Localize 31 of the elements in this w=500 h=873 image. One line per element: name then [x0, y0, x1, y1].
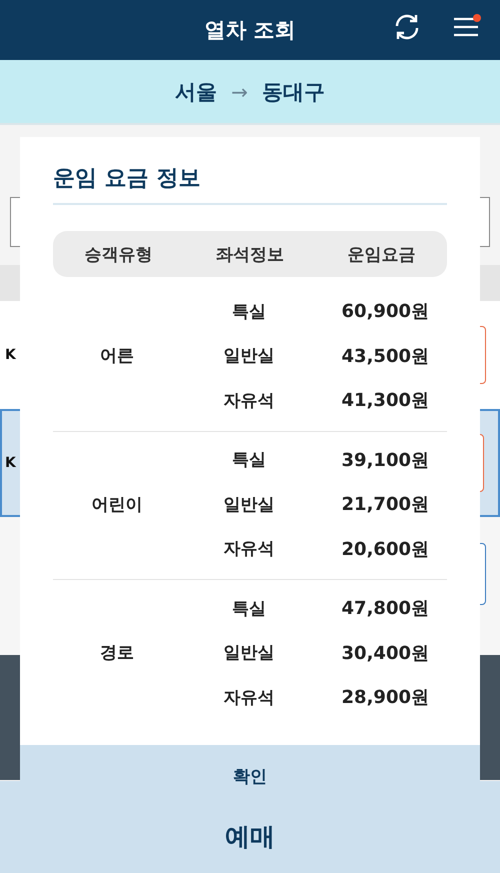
fare-price: 60,900원 [340, 300, 430, 324]
passenger-type: 어린이 [90, 494, 144, 516]
train-name: K [5, 455, 16, 471]
fare-price: 47,800원 [340, 597, 430, 620]
seat-class: 특실 [231, 449, 267, 472]
arrival-station: 동대구 [262, 78, 325, 106]
screen-title: 열차 조회 [204, 17, 296, 44]
column-header: 좌석정보 [214, 244, 285, 266]
seat-class: 일반실 [222, 494, 276, 516]
seat-class: 특실 [231, 300, 267, 323]
seat-class: 특실 [231, 598, 267, 620]
seat-class: 일반실 [222, 345, 276, 368]
passenger-type: 경로 [99, 642, 135, 664]
route-arrow: → [231, 80, 248, 104]
fare-price: 21,700원 [340, 493, 430, 516]
dialog-title: 운임 요금 정보 [53, 163, 447, 205]
fare-price: 43,500원 [340, 344, 430, 368]
fare-price: 39,100원 [340, 448, 430, 472]
fare-price: 28,900원 [340, 686, 430, 710]
fare-price: 20,600원 [340, 538, 430, 561]
train-name: K [5, 347, 16, 363]
seat-class: 일반실 [222, 642, 276, 664]
seat-class: 자유석 [222, 538, 276, 560]
fare-price: 30,400원 [340, 642, 430, 665]
departure-station: 서울 [175, 78, 218, 106]
seat-class: 자유석 [222, 390, 276, 412]
fare-price: 41,300원 [340, 389, 430, 412]
column-header: 승객유형 [84, 244, 154, 266]
passenger-type: 어른 [99, 345, 135, 368]
column-header: 운임요금 [346, 244, 416, 266]
seat-class: 자유석 [222, 686, 276, 709]
